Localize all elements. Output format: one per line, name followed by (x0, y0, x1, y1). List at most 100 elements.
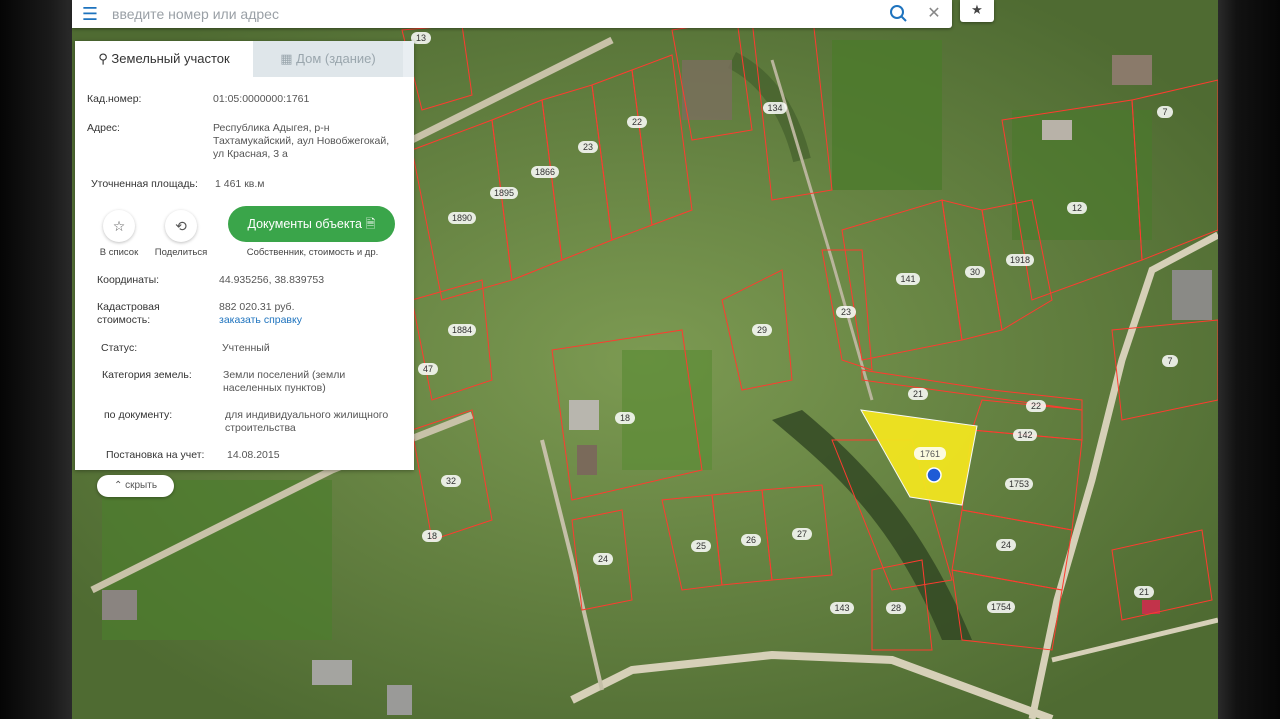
parcel-label: 1918 (1006, 254, 1034, 266)
parcel-label: 32 (441, 475, 461, 487)
parcel-label: 47 (418, 363, 438, 375)
panel-tabs: ⚲ Земельный участок ▦ Дом (здание) (75, 41, 414, 77)
coordinates-value: 44.935256, 38.839753 (219, 274, 325, 286)
building (387, 685, 412, 715)
star-icon[interactable]: ★ (960, 0, 994, 22)
parcel-label: 25 (691, 540, 711, 552)
building (569, 400, 599, 430)
tab-land-plot[interactable]: ⚲ Земельный участок (75, 41, 253, 77)
land-category-value: Земли поселений (земли населенных пункто… (223, 369, 346, 394)
svg-text:1918: 1918 (1010, 255, 1030, 265)
parcel-label: 24 (996, 539, 1016, 551)
svg-text:29: 29 (757, 325, 767, 335)
parcel-label: 29 (752, 324, 772, 336)
svg-text:18: 18 (427, 531, 437, 541)
field-label: по документу: (104, 409, 173, 421)
parcel-label: 27 (792, 528, 812, 540)
svg-text:1884: 1884 (452, 325, 472, 335)
cost-value: 882 020.31 руб. заказать справку (219, 301, 409, 327)
parcel-label: 21 (1134, 586, 1154, 598)
svg-text:12: 12 (1072, 203, 1082, 213)
parcel-label: 1754 (987, 601, 1015, 613)
svg-text:26: 26 (746, 535, 756, 545)
order-certificate-link[interactable]: заказать справку (219, 314, 302, 326)
parcel-label: 21 (908, 388, 928, 400)
svg-text:21: 21 (1139, 587, 1149, 597)
add-to-list-label[interactable]: В список (84, 247, 154, 258)
field-patch (622, 350, 712, 470)
building (1112, 55, 1152, 85)
svg-text:47: 47 (423, 364, 433, 374)
svg-text:25: 25 (696, 541, 706, 551)
menu-icon[interactable]: ☰ (78, 2, 102, 26)
parcel-label: 1895 (490, 187, 518, 199)
screen: 1761 13 134 22 23 1866 1895 1890 1884 29… (0, 0, 1280, 719)
svg-text:27: 27 (797, 529, 807, 539)
star-icon[interactable]: ☆ (103, 210, 135, 242)
parcel-label: 18 (422, 530, 442, 542)
svg-text:23: 23 (841, 307, 851, 317)
svg-text:30: 30 (970, 267, 980, 277)
building (312, 660, 352, 685)
share-label[interactable]: Поделиться (146, 247, 216, 258)
svg-text:1890: 1890 (452, 213, 472, 223)
close-icon[interactable]: ✕ (922, 2, 946, 26)
parcel-label: 28 (886, 602, 906, 614)
search-icon[interactable] (887, 2, 911, 26)
svg-text:1753: 1753 (1009, 479, 1029, 489)
tab-building[interactable]: ▦ Дом (здание) (253, 41, 403, 77)
document-use-value: для индивидуального жилищного строительс… (225, 409, 389, 434)
cadastral-number-link[interactable]: 01:05:0000000:1761 (213, 93, 403, 106)
parcel-label: 1890 (448, 212, 476, 224)
building (682, 60, 732, 120)
documents-subtitle: Собственник, стоимость и др. (246, 247, 379, 258)
parcel-label: 7 (1162, 355, 1178, 367)
svg-text:18: 18 (620, 413, 630, 423)
svg-text:32: 32 (446, 476, 456, 486)
search-input[interactable] (112, 2, 872, 26)
svg-text:1895: 1895 (494, 188, 514, 198)
location-marker-icon[interactable] (926, 467, 942, 483)
parcel-label: 1884 (448, 324, 476, 336)
share-icon[interactable]: ⟲ (165, 210, 197, 242)
parcel-label: 134 (763, 102, 787, 114)
hide-label: скрыть (125, 480, 158, 491)
field-label: Кад.номер: (87, 93, 142, 105)
parcel-label: 141 (896, 273, 920, 285)
parcel-label: 23 (578, 141, 598, 153)
field-label: Категория земель: (102, 369, 192, 381)
svg-text:28: 28 (891, 603, 901, 613)
cost-amount: 882 020.31 руб. (219, 301, 295, 313)
svg-text:22: 22 (1031, 401, 1041, 411)
hide-panel-button[interactable]: ⌃ скрыть (97, 475, 174, 497)
field-patch (832, 40, 942, 190)
field-label: Адрес: (87, 122, 120, 134)
tab-label: Земельный участок (111, 51, 230, 66)
chevron-up-icon: ⌃ (113, 480, 123, 491)
svg-text:13: 13 (416, 33, 426, 43)
svg-text:23: 23 (583, 142, 593, 152)
svg-text:7: 7 (1167, 356, 1172, 366)
building (1172, 270, 1212, 320)
field-patch (1012, 110, 1152, 240)
parcel-label: 1866 (531, 166, 559, 178)
parcel-label: 30 (965, 266, 985, 278)
monitor-bezel-left (0, 0, 72, 719)
parcel-label: 1753 (1005, 478, 1033, 490)
parcel-label: 7 (1157, 106, 1173, 118)
documents-button[interactable]: Документы объекта 🗎 (228, 206, 395, 242)
field-label: Статус: (101, 342, 138, 354)
status-value: Учтенный (222, 342, 270, 354)
svg-text:1754: 1754 (991, 602, 1011, 612)
svg-text:24: 24 (598, 554, 608, 564)
monitor-bezel-right (1218, 0, 1280, 719)
address-value: Республика Адыгея, р-н Тахтамукайский, а… (213, 122, 390, 160)
pin-icon: ⚲ (98, 51, 108, 66)
building-icon: ▦ (280, 51, 293, 66)
parcel-label: 18 (615, 412, 635, 424)
svg-text:24: 24 (1001, 540, 1011, 550)
svg-text:22: 22 (632, 117, 642, 127)
field-label: Координаты: (97, 274, 160, 286)
area-value: 1 461 кв.м (215, 178, 265, 190)
parcel-info-panel: ⚲ Земельный участок ▦ Дом (здание) Кад.н… (75, 41, 414, 470)
